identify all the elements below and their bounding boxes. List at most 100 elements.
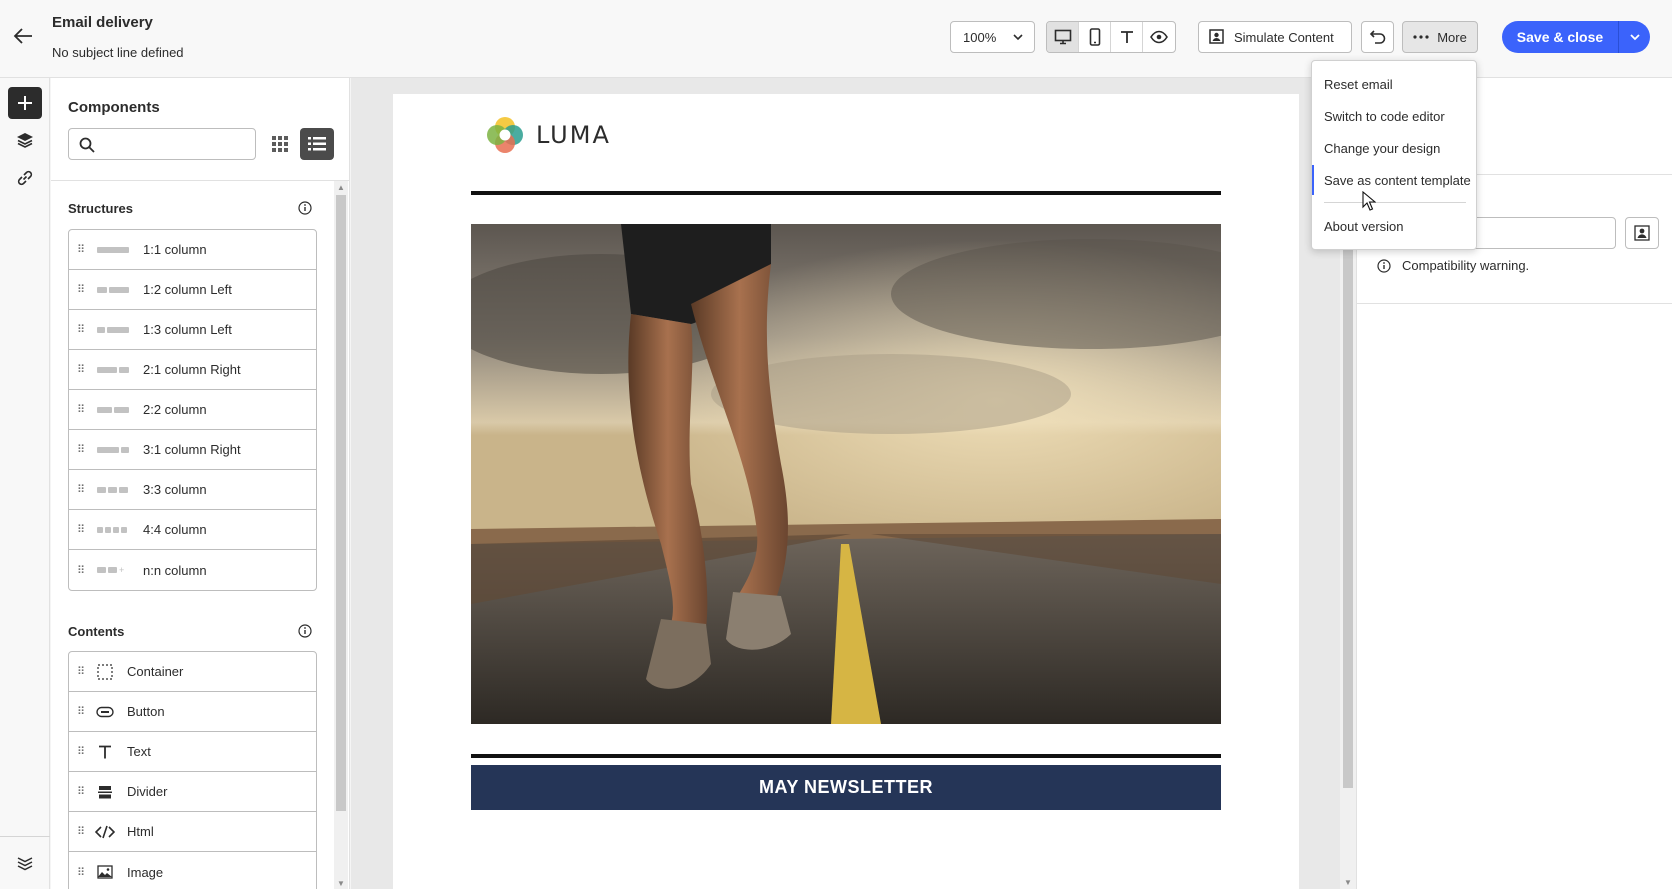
drag-handle-icon[interactable]: ⠿	[77, 825, 87, 838]
view-mode-group	[1046, 21, 1176, 53]
drag-handle-icon[interactable]: ⠿	[77, 523, 87, 536]
divider-line[interactable]	[471, 754, 1221, 758]
more-button[interactable]: More	[1402, 21, 1478, 53]
grid-view-toggle[interactable]	[267, 131, 293, 157]
save-options-button[interactable]	[1619, 21, 1650, 53]
save-close-button[interactable]: Save & close	[1502, 21, 1619, 53]
content-item[interactable]: ⠿ Container	[69, 652, 316, 692]
divider-line[interactable]	[471, 191, 1221, 195]
layers-rail-button[interactable]	[8, 124, 42, 156]
simulate-content-button[interactable]: Simulate Content	[1198, 21, 1352, 53]
info-icon[interactable]	[298, 624, 312, 638]
content-item[interactable]: ⠿ Text	[69, 732, 316, 772]
menu-item-reset-email[interactable]: Reset email	[1312, 69, 1476, 99]
mouse-cursor-icon	[1362, 191, 1376, 211]
four-column-icon	[97, 525, 131, 535]
info-icon	[1377, 258, 1391, 273]
undo-button[interactable]	[1361, 21, 1394, 53]
structure-item[interactable]: ⠿ 1:1 column	[69, 230, 316, 270]
mobile-icon	[1089, 28, 1100, 46]
structure-item[interactable]: ⠿ 3:3 column	[69, 470, 316, 510]
content-item[interactable]: ⠿ Html	[69, 812, 316, 852]
assets-rail-button[interactable]	[8, 847, 42, 879]
drag-handle-icon[interactable]: ⠿	[77, 665, 87, 678]
warning-text: Compatibility warning.	[1402, 258, 1530, 273]
content-label: Button	[127, 704, 165, 719]
structure-item[interactable]: ⠿ 1:2 column Left	[69, 270, 316, 310]
more-icon	[1413, 35, 1429, 39]
scroll-down-icon[interactable]: ▼	[337, 879, 345, 888]
menu-item-save-content-template[interactable]: Save as content template	[1312, 165, 1476, 195]
menu-item-about-version[interactable]: About version	[1312, 211, 1476, 241]
eye-icon	[1150, 30, 1168, 44]
plus-icon	[18, 96, 32, 110]
desktop-view-button[interactable]	[1047, 22, 1079, 52]
structure-item[interactable]: ⠿ + n:n column	[69, 550, 316, 590]
info-icon[interactable]	[298, 201, 312, 215]
structure-item[interactable]: ⠿ 1:3 column Left	[69, 310, 316, 350]
drag-handle-icon[interactable]: ⠿	[77, 443, 87, 456]
structure-label: 4:4 column	[143, 522, 207, 537]
drag-handle-icon[interactable]: ⠿	[77, 243, 87, 256]
drag-handle-icon[interactable]: ⠿	[77, 323, 87, 336]
hero-image[interactable]	[471, 224, 1221, 724]
components-search-input[interactable]	[68, 128, 256, 160]
drag-handle-icon[interactable]: ⠿	[77, 363, 87, 376]
save-close-button-group: Save & close	[1502, 21, 1650, 53]
luma-logo[interactable]: LUMA	[486, 116, 611, 154]
luma-logo-mark	[487, 117, 523, 153]
runner-on-road-illustration	[471, 224, 1221, 724]
scroll-down-icon[interactable]: ▼	[1344, 878, 1352, 887]
list-view-toggle[interactable]	[300, 128, 334, 160]
drag-handle-icon[interactable]: ⠿	[77, 564, 87, 577]
structures-title: Structures	[68, 201, 134, 216]
rail-divider	[0, 836, 50, 837]
drag-handle-icon[interactable]: ⠿	[77, 785, 87, 798]
menu-item-change-design[interactable]: Change your design	[1312, 133, 1476, 163]
back-arrow-icon[interactable]	[12, 26, 38, 48]
menu-item-switch-code-editor[interactable]: Switch to code editor	[1312, 101, 1476, 131]
drag-handle-icon[interactable]: ⠿	[77, 483, 87, 496]
drag-handle-icon[interactable]: ⠿	[77, 866, 87, 879]
content-label: Html	[127, 824, 154, 839]
one-column-icon	[97, 245, 131, 255]
content-item[interactable]: ⠿ Divider	[69, 772, 316, 812]
newsletter-banner[interactable]: MAY NEWSLETTER	[471, 765, 1221, 810]
components-rail-button[interactable]	[8, 87, 42, 119]
links-rail-button[interactable]	[8, 162, 42, 194]
components-scrollbar[interactable]: ▲ ▼	[334, 181, 348, 889]
zoom-select[interactable]: 100%	[950, 21, 1035, 53]
undo-icon	[1369, 30, 1385, 44]
contents-list: ⠿ Container ⠿ Button ⠿ Text ⠿ Divider ⠿	[68, 651, 317, 889]
drag-handle-icon[interactable]: ⠿	[77, 403, 87, 416]
personalization-button[interactable]	[1625, 217, 1659, 249]
scroll-thumb[interactable]	[336, 195, 346, 811]
drag-handle-icon[interactable]: ⠿	[77, 283, 87, 296]
content-item[interactable]: ⠿ Image	[69, 852, 316, 889]
three-one-column-icon	[97, 445, 131, 455]
drag-handle-icon[interactable]: ⠿	[77, 745, 87, 758]
more-menu: Reset email Switch to code editor Change…	[1311, 60, 1477, 250]
structure-item[interactable]: ⠿ 2:2 column	[69, 390, 316, 430]
structure-item[interactable]: ⠿ 4:4 column	[69, 510, 316, 550]
text-view-button[interactable]	[1111, 22, 1143, 52]
two-two-column-icon	[97, 405, 131, 415]
components-scroll-area: Structures ⠿ 1:1 column ⠿ 1:2 column Lef…	[51, 180, 350, 889]
email-body[interactable]: LUMA MAY NEWSLETTER	[393, 94, 1299, 889]
scroll-up-icon[interactable]: ▲	[337, 183, 345, 192]
drag-handle-icon[interactable]: ⠿	[77, 705, 87, 718]
image-icon	[95, 862, 115, 882]
preview-button[interactable]	[1143, 22, 1175, 52]
chevron-down-icon	[1629, 34, 1640, 41]
structure-label: 1:2 column Left	[143, 282, 232, 297]
content-label: Container	[127, 664, 184, 679]
structure-label: n:n column	[143, 562, 207, 578]
structure-item[interactable]: ⠿ 2:1 column Right	[69, 350, 316, 390]
divider-icon	[95, 782, 115, 802]
mobile-view-button[interactable]	[1079, 22, 1111, 52]
structure-item[interactable]: ⠿ 3:1 column Right	[69, 430, 316, 470]
logo-text: LUMA	[536, 121, 611, 149]
zoom-value: 100%	[963, 30, 997, 45]
simulate-label: Simulate Content	[1234, 29, 1334, 45]
content-item[interactable]: ⠿ Button	[69, 692, 316, 732]
